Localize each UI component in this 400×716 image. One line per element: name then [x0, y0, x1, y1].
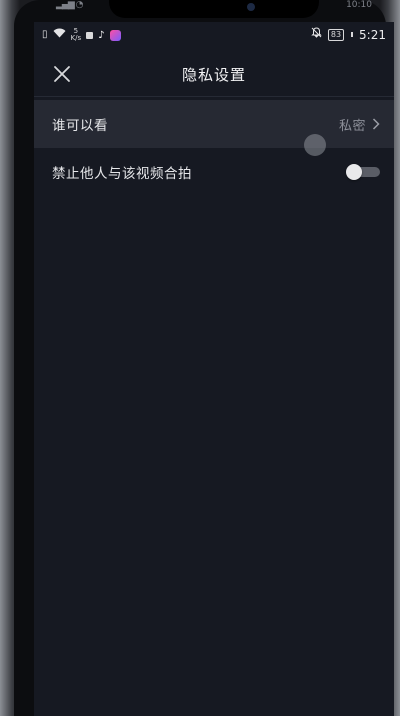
notification-icon [86, 31, 94, 39]
status-bar: ▯ 5 K/s ♪ 83 5:21 [34, 22, 394, 48]
notch [109, 0, 319, 18]
network-speed: 5 K/s [70, 27, 82, 42]
phone-bezel: ▂▄▆ ◔ 10:10 ▯ 5 K/s ♪ 83 5:21 隐私设置 谁可以看 … [14, 0, 394, 716]
battery-icon: 83 [327, 28, 345, 41]
tiktok-icon: ♪ [98, 29, 105, 41]
header: 隐私设置 [34, 52, 394, 97]
wifi-icon [53, 28, 66, 42]
mute-bell-icon [311, 27, 322, 42]
status-left: ▯ 5 K/s ♪ [42, 28, 121, 42]
chevron-right-icon [372, 118, 380, 130]
phone-frame: ▂▄▆ ◔ 10:10 ▯ 5 K/s ♪ 83 5:21 隐私设置 谁可以看 … [0, 0, 400, 716]
status-right: 83 5:21 [311, 27, 386, 42]
app-notification-icon [109, 29, 121, 41]
sim-card-icon: ▯ [42, 29, 48, 40]
disable-duet-row: 禁止他人与该视频合拍 [34, 148, 394, 196]
battery-tip [351, 32, 354, 37]
who-can-view-value: 私密 [338, 118, 366, 134]
toggle-knob [346, 164, 362, 180]
status-time: 5:21 [359, 27, 386, 42]
outer-time: 10:10 [346, 0, 372, 10]
outer-signal-icon: ▂▄▆ ◔ [56, 0, 84, 10]
battery-level: 83 [330, 29, 342, 39]
disable-duet-toggle[interactable] [346, 164, 380, 180]
who-can-view-row[interactable]: 谁可以看 私密 [34, 100, 394, 148]
page-title: 隐私设置 [181, 66, 246, 84]
camera-icon [247, 3, 255, 11]
who-can-view-label: 谁可以看 [52, 118, 108, 134]
app-screen: ▯ 5 K/s ♪ 83 5:21 隐私设置 谁可以看 私密 禁止他人与该视频合… [34, 22, 394, 716]
disable-duet-label: 禁止他人与该视频合拍 [52, 166, 192, 182]
